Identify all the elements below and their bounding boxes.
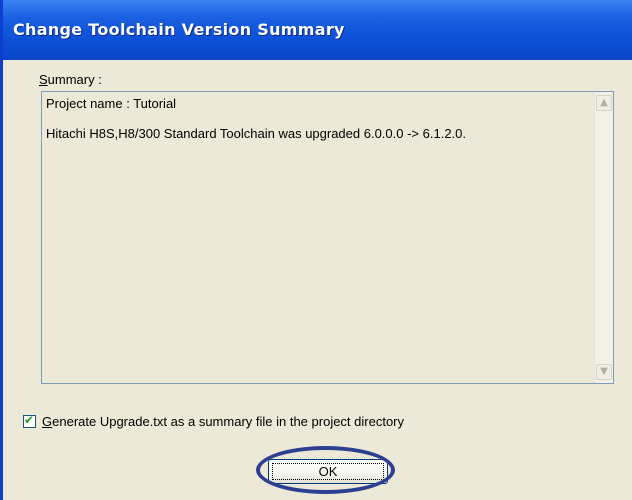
- ok-button[interactable]: OK: [268, 459, 388, 484]
- focus-ring: [272, 463, 384, 480]
- summary-label-text: ummary :: [47, 72, 102, 87]
- summary-line-upgrade: Hitachi H8S,H8/300 Standard Toolchain wa…: [46, 126, 467, 141]
- title-bar[interactable]: Change Toolchain Version Summary: [3, 0, 632, 60]
- generate-label-text: enerate Upgrade.txt as a summary file in…: [52, 414, 405, 429]
- generate-upgrade-checkbox[interactable]: ✔: [23, 413, 36, 428]
- window-title: Change Toolchain Version Summary: [13, 20, 345, 39]
- summary-label: Summary :: [39, 72, 102, 87]
- checkmark-icon: ✔: [24, 413, 35, 427]
- scroll-up-icon[interactable]: ▲: [596, 95, 612, 111]
- dialog-window: Change Toolchain Version Summary Summary…: [0, 0, 632, 500]
- summary-textarea[interactable]: Project name : Tutorial Hitachi H8S,H8/3…: [41, 91, 614, 384]
- summary-line-project: Project name : Tutorial: [46, 96, 177, 111]
- generate-upgrade-label[interactable]: Generate Upgrade.txt as a summary file i…: [42, 414, 404, 429]
- vertical-scrollbar[interactable]: ▲ ▼: [594, 92, 613, 383]
- generate-label-mnemonic: G: [42, 414, 53, 429]
- generate-upgrade-option[interactable]: ✔ Generate Upgrade.txt as a summary file…: [23, 413, 404, 429]
- summary-label-mnemonic: S: [39, 72, 48, 87]
- scroll-down-icon[interactable]: ▼: [596, 364, 612, 380]
